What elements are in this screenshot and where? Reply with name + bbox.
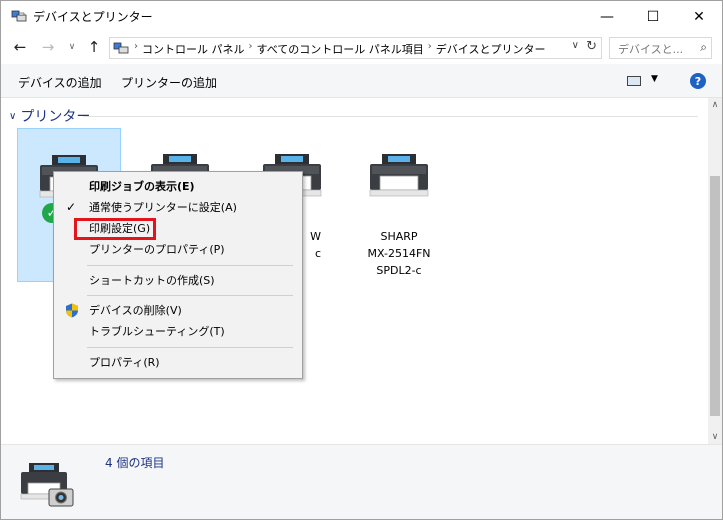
minimize-button[interactable]: — bbox=[584, 1, 630, 32]
help-icon[interactable]: ? bbox=[690, 73, 706, 89]
group-title: プリンター bbox=[20, 109, 91, 125]
navigation-bar: ← → ∨ ↑ › コントロール パネル › すべてのコントロール パネル項目 … bbox=[1, 32, 722, 64]
search-icon[interactable]: ⌕ bbox=[700, 40, 707, 55]
back-button[interactable]: ← bbox=[11, 38, 29, 56]
uac-shield-icon bbox=[66, 303, 78, 318]
scroll-thumb[interactable] bbox=[710, 176, 720, 416]
scroll-up-icon[interactable]: ∧ bbox=[708, 100, 722, 110]
control-panel-icon bbox=[113, 42, 129, 54]
window-title: デバイスとプリンター bbox=[33, 10, 153, 24]
command-bar: デバイスの追加 プリンターの追加 ▼ ? bbox=[1, 64, 722, 98]
recent-locations-button[interactable]: ∨ bbox=[63, 38, 81, 56]
checkmark-icon: ✓ bbox=[66, 200, 77, 214]
search-input[interactable]: デバイスと... ⌕ bbox=[609, 37, 712, 59]
group-divider bbox=[83, 116, 698, 117]
breadcrumb-all-items[interactable]: すべてのコントロール パネル項目 bbox=[257, 41, 424, 57]
printer-camera-icon bbox=[20, 463, 74, 507]
address-dropdown-icon[interactable]: ∨ bbox=[572, 40, 579, 51]
scroll-down-icon[interactable]: ∨ bbox=[708, 432, 722, 442]
menu-item-properties[interactable]: プロパティ(R) bbox=[54, 352, 302, 373]
menu-item-view-print-jobs[interactable]: 印刷ジョブの表示(E) bbox=[54, 176, 302, 197]
breadcrumb-separator[interactable]: › bbox=[249, 41, 253, 57]
menu-item-create-shortcut[interactable]: ショートカットの作成(S) bbox=[54, 270, 302, 291]
breadcrumb: › コントロール パネル › すべてのコントロール パネル項目 › デバイスとプ… bbox=[134, 41, 549, 57]
menu-item-troubleshoot[interactable]: トラブルシューティング(T) bbox=[54, 321, 302, 342]
maximize-button[interactable]: ☐ bbox=[630, 1, 676, 32]
menu-item-set-default[interactable]: ✓ 通常使うプリンターに設定(A) bbox=[54, 197, 302, 218]
details-pane: 4 個の項目 bbox=[1, 444, 722, 519]
title-bar: デバイスとプリンター — ☐ ✕ bbox=[1, 1, 722, 32]
breadcrumb-separator[interactable]: › bbox=[428, 41, 432, 57]
menu-item-printer-properties[interactable]: プリンターのプロパティ(P) bbox=[54, 239, 302, 260]
vertical-scrollbar[interactable]: ∧ ∨ bbox=[708, 98, 722, 444]
collapse-chevron-icon[interactable]: ∨ bbox=[9, 111, 16, 122]
add-printer-button[interactable]: プリンターの追加 bbox=[121, 74, 217, 91]
refresh-icon[interactable]: ↻ bbox=[586, 39, 597, 54]
breadcrumb-separator[interactable]: › bbox=[134, 41, 138, 57]
menu-divider bbox=[87, 295, 293, 296]
context-menu: 印刷ジョブの表示(E) ✓ 通常使うプリンターに設定(A) 印刷設定(G) プリ… bbox=[53, 171, 303, 379]
breadcrumb-devices-printers[interactable]: デバイスとプリンター bbox=[436, 41, 546, 57]
forward-button[interactable]: → bbox=[39, 38, 57, 56]
item-count: 4 個の項目 bbox=[105, 456, 165, 470]
highlight-annotation-box bbox=[74, 218, 156, 240]
printer-icon bbox=[369, 154, 429, 197]
printers-group-header[interactable]: ∨ プリンター bbox=[9, 106, 90, 126]
devices-printers-icon bbox=[11, 10, 27, 22]
search-placeholder: デバイスと... bbox=[618, 43, 684, 56]
menu-divider bbox=[87, 347, 293, 348]
close-button[interactable]: ✕ bbox=[676, 1, 722, 32]
printer-name: SHARP MX-2514FN SPDL2-c bbox=[367, 230, 431, 277]
devices-printers-window: デバイスとプリンター — ☐ ✕ ← → ∨ ↑ › コントロール パネル › … bbox=[0, 0, 723, 520]
change-view-icon[interactable] bbox=[627, 76, 641, 86]
up-button[interactable]: ↑ bbox=[85, 38, 103, 56]
address-bar[interactable]: › コントロール パネル › すべてのコントロール パネル項目 › デバイスとプ… bbox=[109, 37, 602, 59]
menu-item-remove-device[interactable]: デバイスの削除(V) bbox=[54, 300, 302, 321]
add-device-button[interactable]: デバイスの追加 bbox=[18, 74, 102, 91]
view-options-dropdown-icon[interactable]: ▼ bbox=[651, 74, 658, 84]
printer-item[interactable]: SHARP MX-2514FN SPDL2-c bbox=[348, 128, 452, 282]
breadcrumb-control-panel[interactable]: コントロール パネル bbox=[142, 41, 245, 57]
menu-divider bbox=[87, 265, 293, 266]
